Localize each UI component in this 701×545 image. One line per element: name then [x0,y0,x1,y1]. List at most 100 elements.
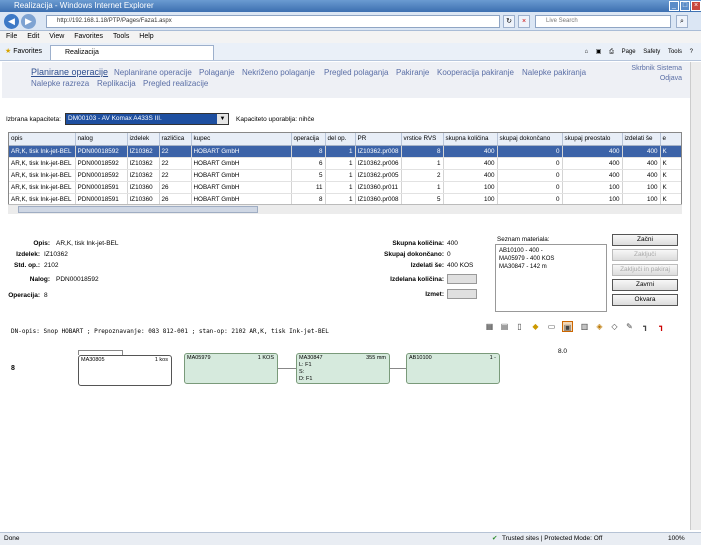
table-cell: HOBART GmbH [191,181,292,194]
table-row[interactable]: AR,K, tisk Ink-jet-BEL PDN00018592 IZ10362… [9,145,681,158]
stdop-value: 2102 [44,262,59,269]
favorites-button[interactable]: Favorites [13,48,42,55]
column-header[interactable]: vrstice RVS [401,133,444,146]
table-cell: 0 [497,181,563,194]
zavrni-button[interactable]: Zavrni [612,279,678,291]
nav-pregled-realizacije[interactable]: Pregled realizacije [143,79,208,88]
nav-replikacija[interactable]: Replikacija [97,79,136,88]
grid-icon[interactable]: ▦ [484,321,495,332]
column-header[interactable]: različica [159,133,192,146]
izmet-input[interactable] [447,289,477,299]
horizontal-scrollbar[interactable] [8,204,682,214]
table-row[interactable]: AR,K, tisk Ink-jet-BEL PDN00018592 IZ10362… [9,169,681,182]
column-header[interactable]: del op. [325,133,356,146]
pencil-icon[interactable]: ✎ [624,321,635,332]
nav-polaganje[interactable]: Polaganje [199,68,235,77]
node-code: MA30847 [299,355,323,361]
okvara-button[interactable]: Okvara [612,294,678,306]
table-cell: 400 [562,145,623,158]
column-header[interactable]: izdelati še [622,133,661,146]
column-header[interactable]: skupaj dokončano [497,133,563,146]
print-icon[interactable]: ⎙ [609,49,614,55]
graph-node[interactable]: MA05979 1 KOS [184,353,278,384]
menu-view[interactable]: View [49,33,64,40]
node-qty: 1 kos [154,357,168,363]
column-header[interactable]: operacija [291,133,326,146]
menu-help[interactable]: Help [139,33,153,40]
browser-tab[interactable]: Realizacija [50,45,214,60]
logout-link[interactable]: Odjava [631,74,682,84]
nav-kooperacija-pakiranje[interactable]: Kooperacija pakiranje [437,68,514,77]
nav-nalepke-razreza[interactable]: Nalepke razreza [31,79,89,88]
table-cell: IZ10362.pr006 [355,157,402,170]
document-icon[interactable]: ▯ [514,321,525,332]
column-header[interactable]: nalog [75,133,128,146]
graph-node[interactable]: MA30847 355 mm L: F1 S: D: F1 [296,353,390,384]
connector-icon[interactable]: ┓ [640,321,651,332]
layout-icon[interactable]: ▥ [579,321,590,332]
menu-file[interactable]: File [6,33,17,40]
export-icon[interactable]: ◆ [530,321,541,332]
tools-menu[interactable]: Tools [668,49,682,55]
izdelana-input[interactable] [447,274,477,284]
menu-favorites[interactable]: Favorites [74,33,103,40]
scroll-thumb[interactable] [18,206,258,213]
column-header[interactable]: e [660,133,681,146]
search-go-button[interactable]: ⌕ [676,15,688,28]
nav-neplanirane-operacije[interactable]: Neplanirane operacije [114,68,192,77]
stop-button[interactable]: × [518,15,530,28]
column-header[interactable]: skupna količina [443,133,498,146]
capacity-select[interactable]: DM00103 - AV Komax A433S III. ▼ [65,113,229,125]
page-menu[interactable]: Page [622,49,636,55]
table-cell: 2 [401,169,444,182]
address-bar[interactable]: http://192.168.1.18/PTP/Pages/Faza1.aspx [46,15,500,28]
nav-planirane-operacije[interactable]: Planirane operacije [31,67,108,77]
feeds-icon[interactable]: ▣ [596,49,602,55]
menu-tools[interactable]: Tools [113,33,129,40]
table-cell: 0 [497,145,563,158]
safety-menu[interactable]: Safety [643,49,660,55]
zoom-level[interactable]: 100% [668,533,685,545]
maximize-button[interactable]: □ [680,1,690,11]
table-cell: HOBART GmbH [191,145,292,158]
node-qty: 1 KOS [257,355,274,361]
menu-edit[interactable]: Edit [27,33,39,40]
eraser-icon[interactable]: ◇ [609,321,620,332]
column-header[interactable]: skupaj preostalo [562,133,623,146]
table-row[interactable]: AR,K, tisk Ink-jet-BEL PDN00018592 IZ10362… [9,157,681,170]
nav-pregled-polaganja[interactable]: Pregled polaganja [324,68,389,77]
vertical-scrollbar[interactable] [690,62,701,530]
node-code: MA30805 [81,357,105,363]
folder-icon[interactable]: ◈ [594,321,605,332]
column-header[interactable]: opis [9,133,76,146]
table-cell: PDN00018592 [75,145,128,158]
graph-node[interactable]: AB10100 1 - [406,353,500,384]
home-icon[interactable]: ⌂ [584,49,588,55]
table-cell: 100 [622,181,661,194]
zone-info[interactable]: Trusted sites | Protected Mode: Off [502,533,602,545]
help-icon[interactable]: ? [690,49,693,55]
materials-list[interactable]: AB10100 - 400 - MA05979 - 400 KOS MA3084… [495,244,607,312]
close-window-button[interactable]: × [691,1,701,11]
connector-red-icon[interactable]: ┓ [656,321,667,332]
back-button[interactable]: ◀ [4,14,19,29]
image-icon[interactable]: ▭ [546,321,557,332]
nav-nekrizeno-polaganje[interactable]: Nekriženo polaganje [242,68,315,77]
refresh-button[interactable]: ↻ [503,15,515,28]
graph-node[interactable]: MA30805 1 kos [78,355,172,386]
zakljuci-pakiraj-button[interactable]: Zaključi in pakiraj [612,264,678,276]
column-header[interactable]: izdelek [127,133,160,146]
forward-button[interactable]: ▶ [21,14,36,29]
nav-pakiranje[interactable]: Pakiranje [396,68,429,77]
save-icon[interactable]: ▣ [562,321,573,332]
zacni-button[interactable]: Začni [612,234,678,246]
search-input[interactable]: Live Search [535,15,671,28]
table-row[interactable]: AR,K, tisk Ink-jet-BEL PDN00018591 IZ10360… [9,181,681,194]
page-icon[interactable]: ▤ [499,321,510,332]
column-header[interactable]: PR [355,133,402,146]
zakljuci-button[interactable]: Zaključi [612,249,678,261]
minimize-button[interactable]: _ [669,1,679,11]
column-header[interactable]: kupec [191,133,292,146]
operacija-label: Operacija: [8,292,40,299]
nav-nalepke-pakiranja[interactable]: Nalepke pakiranja [522,68,586,77]
